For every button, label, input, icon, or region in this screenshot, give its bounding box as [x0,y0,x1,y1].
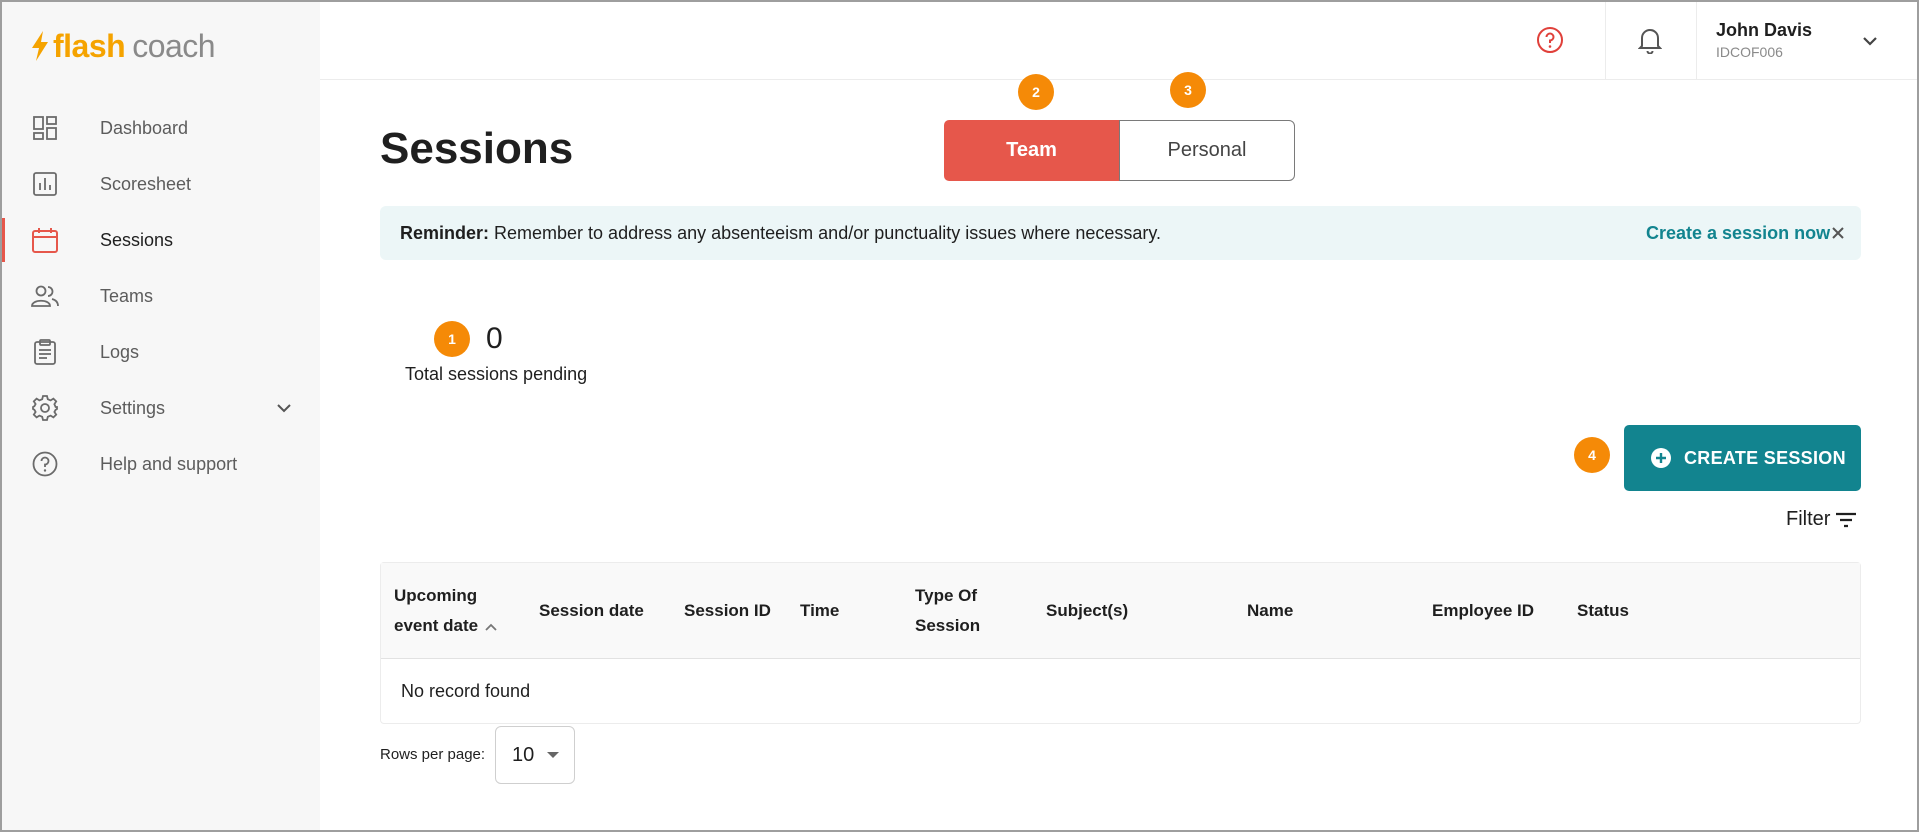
view-toggle: Team Personal [944,120,1295,181]
sidebar-item-sessions[interactable]: Sessions [0,212,320,268]
user-id: IDCOF006 [1716,44,1783,60]
brand-logo[interactable]: flash coach [30,26,216,66]
help-button[interactable] [1532,22,1568,58]
empty-state-text: No record found [401,681,531,701]
filter-icon [1836,512,1857,527]
rows-per-page-label: Rows per page: [380,746,486,763]
sessions-table: Upcoming event date Session date Session… [380,562,1861,724]
create-session-link[interactable]: Create a session now [1646,223,1830,244]
sidebar-item-label: Settings [100,397,166,418]
gear-icon [31,394,59,422]
reminder-prefix: Reminder: [400,222,490,243]
lightning-bolt-icon [32,31,48,61]
pending-count: 0 [486,322,503,355]
column-header-type-of-session[interactable]: Type Of Session [915,581,980,641]
brand-name-flash: flash [53,27,126,64]
column-header-name[interactable]: Name [1247,596,1293,626]
rows-per-page-select[interactable]: 10 [495,726,575,784]
column-header-upcoming-event-date[interactable]: Upcoming event date [394,581,498,641]
caret-down-icon [547,752,559,758]
sidebar-item-dashboard[interactable]: Dashboard [0,100,320,156]
create-session-label: CREATE SESSION [1684,447,1846,468]
sidebar-item-label: Sessions [100,229,174,250]
sidebar-item-label: Teams [100,285,154,306]
chevron-down-icon[interactable] [274,398,294,418]
reminder-message: Remember to address any absenteeism and/… [489,222,1162,243]
column-header-time[interactable]: Time [800,596,839,626]
divider [1696,0,1697,80]
sidebar-item-label: Dashboard [100,117,189,138]
sidebar-item-settings[interactable]: Settings [0,380,320,436]
create-session-button[interactable]: CREATE SESSION [1624,425,1861,491]
tab-team[interactable]: Team [944,120,1119,181]
calendar-icon [31,226,59,254]
sidebar-item-teams[interactable]: Teams [0,268,320,324]
rows-per-page-value: 10 [512,743,535,766]
sidebar-item-label: Logs [100,341,140,362]
bar-chart-icon [31,170,59,198]
reminder-banner: Reminder: Remember to address any absent… [380,206,1861,260]
user-name: John Davis [1716,20,1813,40]
sidebar: flash coach Dashboard Scoresheet Session… [0,0,320,832]
column-header-session-id[interactable]: Session ID [684,596,771,626]
notifications-button[interactable] [1632,22,1668,58]
table-header: Upcoming event date Session date Session… [381,563,1860,659]
sidebar-item-scoresheet[interactable]: Scoresheet [0,156,320,212]
sidebar-item-help[interactable]: Help and support [0,436,320,492]
help-circle-icon [31,450,59,478]
column-header-line: event date [394,616,479,635]
column-header-line: Upcoming [394,586,478,605]
tab-personal[interactable]: Personal [1119,120,1295,181]
sidebar-item-label: Help and support [100,453,238,474]
column-header-line: Session [915,616,981,635]
filter-label: Filter [1786,508,1831,530]
filter-button[interactable]: Filter [1786,508,1858,531]
brand-name-coach: coach [132,27,216,64]
help-circle-icon [1537,27,1563,53]
sidebar-item-logs[interactable]: Logs [0,324,320,380]
column-header-employee-id[interactable]: Employee ID [1432,596,1534,626]
close-icon[interactable] [1829,224,1847,242]
pending-label: Total sessions pending [405,364,588,384]
step-marker: 1 [434,321,470,357]
column-header-session-date[interactable]: Session date [539,596,644,626]
chevron-down-icon[interactable] [1859,30,1881,52]
column-header-subjects[interactable]: Subject(s) [1046,596,1128,626]
people-icon [31,282,59,310]
step-marker: 4 [1574,437,1610,473]
step-marker: 2 [1018,74,1054,110]
reminder-text: Reminder: Remember to address any absent… [400,223,1161,244]
user-menu[interactable]: John Davis IDCOF006 [1716,20,1812,60]
column-header-line: Type Of [915,586,978,605]
clipboard-icon [31,338,59,366]
plus-circle-icon [1651,448,1671,468]
step-marker: 3 [1170,72,1206,108]
divider [1605,0,1606,80]
sort-ascending-icon[interactable] [484,622,498,632]
sidebar-nav: Dashboard Scoresheet Sessions Teams Logs [0,100,320,492]
bell-icon [1638,29,1662,54]
page-title: Sessions [380,124,574,173]
dashboard-icon [31,114,59,142]
sidebar-item-label: Scoresheet [100,173,192,194]
column-header-status[interactable]: Status [1577,596,1629,626]
top-bar [320,0,1919,80]
